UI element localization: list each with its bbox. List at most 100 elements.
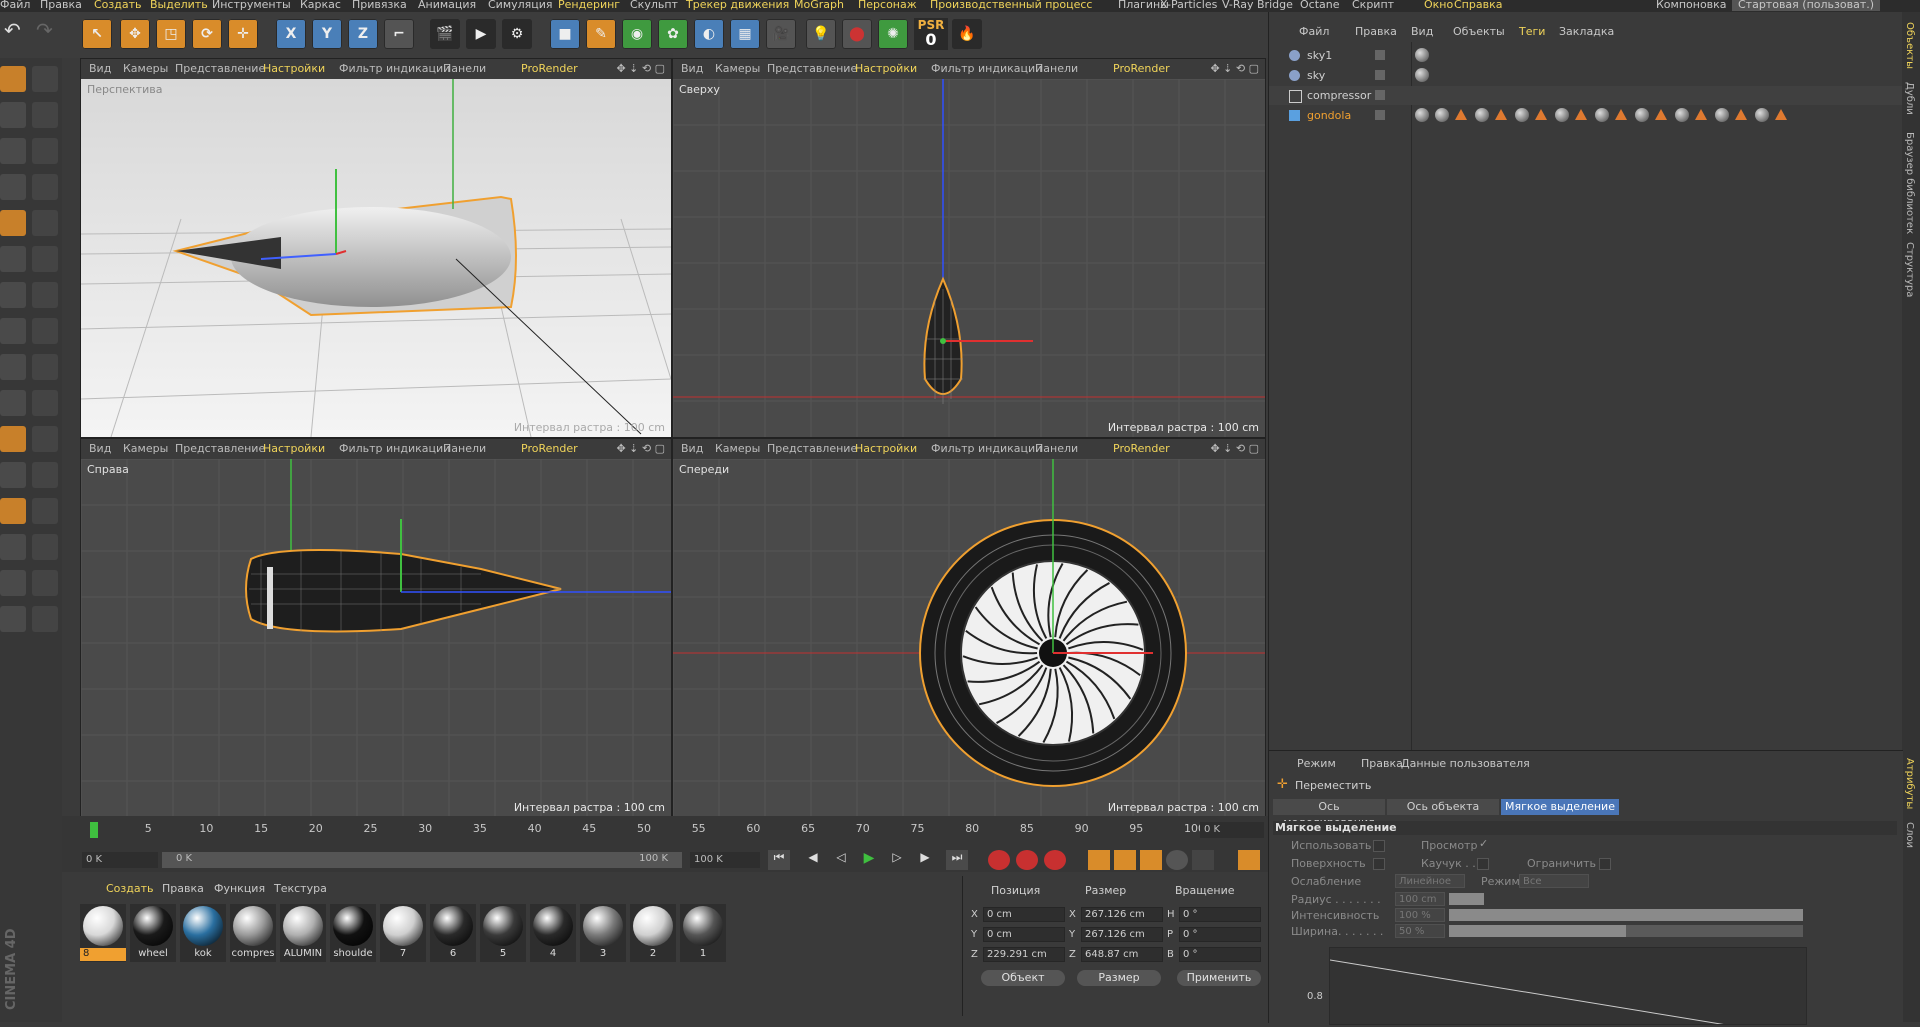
material-tag-icon[interactable] xyxy=(1635,108,1649,122)
fire-icon[interactable]: 🔥 xyxy=(952,19,982,49)
selection-tag-icon[interactable] xyxy=(1615,109,1627,120)
menu-item[interactable]: Правка xyxy=(40,0,82,11)
grid-alt-icon[interactable] xyxy=(32,498,58,524)
sculpt-icon[interactable] xyxy=(0,606,26,632)
menu-item[interactable]: Симуляция xyxy=(488,0,553,11)
viewport-menu-item[interactable]: ProRender xyxy=(521,442,578,455)
viewport-menu-item[interactable]: Представление xyxy=(175,62,265,75)
falloff-dropdown[interactable]: Линейное xyxy=(1395,874,1465,888)
undo-icon[interactable]: ↶ xyxy=(4,18,32,46)
menu-item[interactable]: MoGraph xyxy=(794,0,844,11)
viewport-menu-item[interactable]: Вид xyxy=(89,442,111,455)
viewport-menu-item[interactable]: Представление xyxy=(767,442,857,455)
material-tag-icon[interactable] xyxy=(1595,108,1609,122)
key-scale-icon[interactable] xyxy=(1114,850,1136,870)
attribute-menu-item[interactable]: Данные пользователя xyxy=(1401,757,1530,770)
next-frame-icon[interactable]: ▷ xyxy=(886,850,908,870)
size-mode-dropdown[interactable]: Размер xyxy=(1077,970,1161,986)
viewport-menu-item[interactable]: Представление xyxy=(175,442,265,455)
material-swatch[interactable]: 2 xyxy=(630,904,676,962)
edges-icon[interactable] xyxy=(0,174,26,200)
rot-p-field[interactable]: 0 ° xyxy=(1179,927,1261,942)
object-row[interactable]: sky1 xyxy=(1269,46,1903,65)
uv-icon[interactable] xyxy=(0,246,26,272)
object-menu-item[interactable]: Закладка xyxy=(1559,25,1614,38)
object-menu-item[interactable]: Правка xyxy=(1355,25,1397,38)
timeline-window-icon[interactable] xyxy=(1238,850,1260,870)
tab-modeling-axis[interactable]: Ось моделирования xyxy=(1273,799,1385,829)
material-swatch[interactable]: compres xyxy=(230,904,276,962)
viewport-menu-item[interactable]: Панели xyxy=(443,62,486,75)
mode-dropdown[interactable]: Все xyxy=(1519,874,1589,888)
texture-icon[interactable] xyxy=(0,282,26,308)
last-tool-icon[interactable]: ✛ xyxy=(228,19,258,49)
tab-soft-selection[interactable]: Мягкое выделение xyxy=(1501,799,1619,815)
material-tag-icon[interactable] xyxy=(1415,48,1429,62)
subdivision-icon[interactable]: ◉ xyxy=(622,19,652,49)
viewport-menu-item[interactable]: Фильтр индикации xyxy=(339,62,450,75)
axis-alt-icon[interactable] xyxy=(32,318,58,344)
model-icon[interactable] xyxy=(0,66,26,92)
prev-frame-icon[interactable]: ◁ xyxy=(830,850,852,870)
material-swatch[interactable]: ALUMIN xyxy=(280,904,326,962)
menu-item[interactable]: Файл xyxy=(0,0,30,11)
selection-tag-icon[interactable] xyxy=(1575,109,1587,120)
render-picture-viewer-icon[interactable]: ▶ xyxy=(466,19,496,49)
rubber-checkbox[interactable] xyxy=(1477,858,1489,870)
bake-alt-icon[interactable] xyxy=(32,570,58,596)
viewport-menu-item[interactable]: Камеры xyxy=(715,62,760,75)
width-slider[interactable] xyxy=(1449,925,1803,937)
deformer-icon[interactable]: ◐ xyxy=(694,19,724,49)
viewport-menu-item[interactable]: Вид xyxy=(681,62,703,75)
magnet-icon[interactable] xyxy=(0,462,26,488)
viewport-menu-item[interactable]: ProRender xyxy=(521,62,578,75)
menu-item[interactable]: Создать xyxy=(94,0,142,11)
side-tab[interactable]: Атрибуты xyxy=(1904,758,1915,809)
keyframe-selection-icon[interactable] xyxy=(1044,850,1066,870)
coordinate-system-icon[interactable]: ⌐ xyxy=(384,19,414,49)
edges-alt-icon[interactable] xyxy=(32,174,58,200)
workplane-alt-icon[interactable] xyxy=(32,390,58,416)
snap-icon[interactable] xyxy=(0,354,26,380)
viewport-menu-item[interactable]: Вид xyxy=(681,442,703,455)
selection-tag-icon[interactable] xyxy=(1735,109,1747,120)
menu-item[interactable]: Производственный процесс xyxy=(930,0,1092,11)
xparticles-icon[interactable]: ✺ xyxy=(878,19,908,49)
viewport-perspective[interactable]: Вид Камеры Представление Настройки Фильтр ин… xyxy=(80,58,672,438)
workplane-icon[interactable] xyxy=(0,390,26,416)
uv-alt-icon[interactable] xyxy=(32,246,58,272)
viewport-menu-item[interactable]: Панели xyxy=(1035,442,1078,455)
viewport-nav-icon[interactable]: ✥ ⇣ ⟲ ▢ xyxy=(1210,442,1259,455)
bake-icon[interactable] xyxy=(0,570,26,596)
selection-tag-icon[interactable] xyxy=(1535,109,1547,120)
live-selection-tool-icon[interactable]: ↖ xyxy=(82,19,112,49)
material-menu-item[interactable]: Функция xyxy=(214,882,265,895)
grid-icon[interactable] xyxy=(0,498,26,524)
menu-item[interactable]: Персонаж xyxy=(858,0,917,11)
key-rotation-icon[interactable] xyxy=(1140,850,1162,870)
camera-icon[interactable]: 🎥 xyxy=(766,19,796,49)
menu-item[interactable]: Рендеринг xyxy=(558,0,620,11)
viewport-menu-item[interactable]: Настройки xyxy=(263,442,325,455)
next-key-icon[interactable]: ▶ xyxy=(914,850,936,870)
material-swatch[interactable]: 7 xyxy=(380,904,426,962)
material-swatch[interactable]: 3 xyxy=(580,904,626,962)
menu-item[interactable]: Трекер движения xyxy=(686,0,789,11)
object-menu-item[interactable]: Теги xyxy=(1519,25,1545,38)
attribute-menu-item[interactable]: Правка xyxy=(1361,757,1403,770)
side-tab[interactable]: Слои xyxy=(1904,822,1915,848)
timeline-playhead[interactable] xyxy=(90,822,98,838)
size-y-field[interactable]: 267.126 cm xyxy=(1081,927,1163,942)
object-row[interactable]: compressor xyxy=(1269,86,1903,105)
viewport-menu-item[interactable]: Панели xyxy=(443,442,486,455)
model-alt-icon[interactable] xyxy=(32,66,58,92)
side-tab[interactable]: Структура xyxy=(1904,242,1915,297)
visibility-toggle-icon[interactable] xyxy=(1375,70,1385,80)
material-tag-icon[interactable] xyxy=(1415,108,1429,122)
viewport-menu-item[interactable]: Камеры xyxy=(123,62,168,75)
scene-icon[interactable]: ⬤ xyxy=(842,19,872,49)
move-tool-icon[interactable]: ✥ xyxy=(120,19,150,49)
viewport-menu-item[interactable]: Камеры xyxy=(715,442,760,455)
viewport-top[interactable]: Вид Камеры Представление Настройки Фильтр ин… xyxy=(672,58,1266,438)
viewport-menu-item[interactable]: Фильтр индикации xyxy=(931,442,1042,455)
